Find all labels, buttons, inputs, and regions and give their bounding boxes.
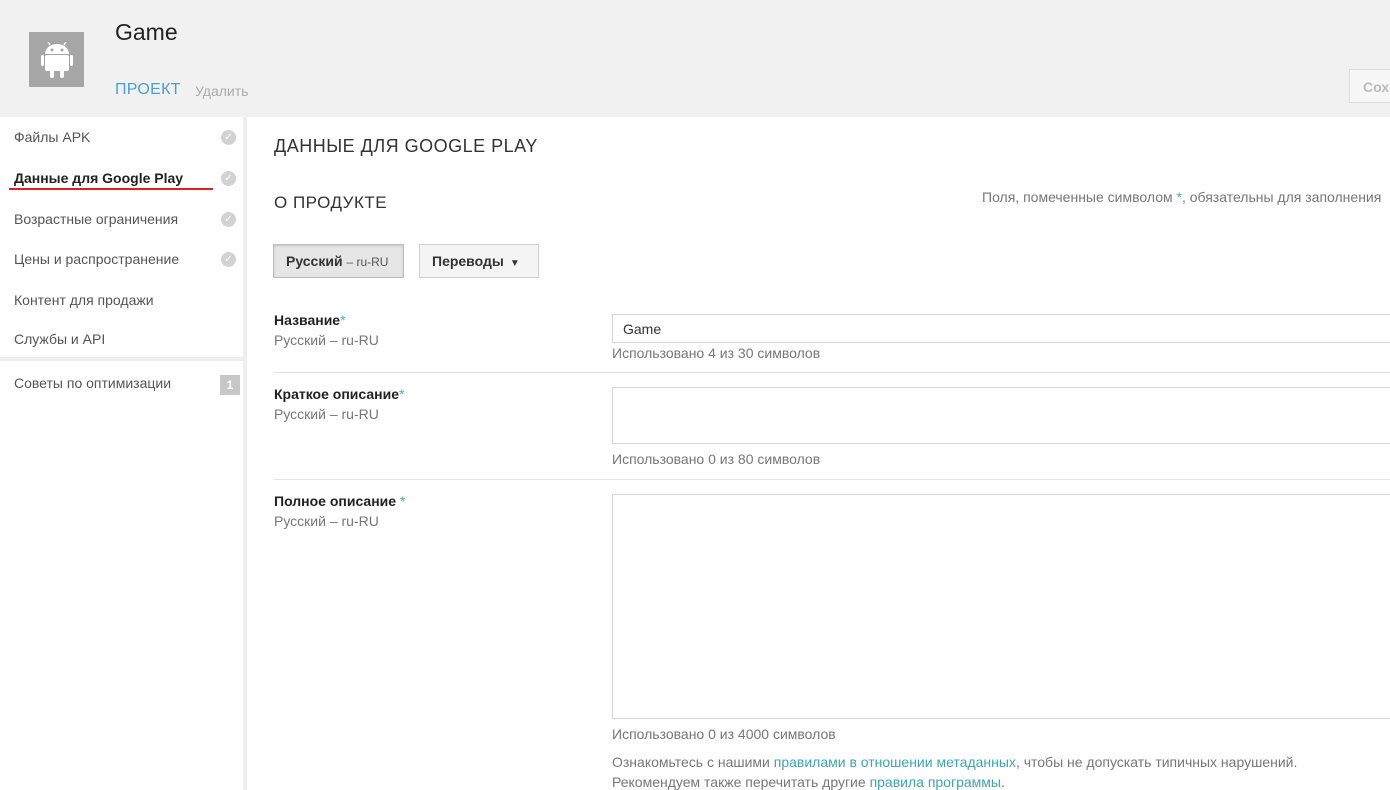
divider bbox=[274, 372, 1390, 373]
title-lang: Русский – ru-RU bbox=[274, 332, 379, 348]
sidebar-divider bbox=[0, 357, 247, 361]
sidebar-item-services-api[interactable]: Службы и API bbox=[0, 319, 243, 359]
delete-link[interactable]: Удалить bbox=[195, 83, 248, 99]
short-desc-input[interactable] bbox=[612, 387, 1390, 444]
app-title: Game bbox=[115, 19, 178, 45]
check-icon: ✓ bbox=[221, 130, 236, 145]
translations-dropdown[interactable]: Переводы ▼ bbox=[419, 244, 539, 278]
program-policies-link[interactable]: правила программы bbox=[870, 774, 1001, 790]
required-fields-note: Поля, помеченные символом *, обязательны… bbox=[982, 189, 1382, 205]
sidebar-item-content-rating[interactable]: Возрастные ограничения ✓ bbox=[0, 199, 243, 239]
check-icon: ✓ bbox=[221, 212, 236, 227]
sidebar-item-label: Файлы APK bbox=[14, 129, 91, 145]
app-header: Game ПРОЕКТ Удалить Сохранить bbox=[0, 0, 1390, 117]
sidebar-item-label: Данные для Google Play bbox=[14, 170, 184, 186]
sidebar-item-in-app-products[interactable]: Контент для продажи bbox=[0, 280, 243, 320]
tips-count-badge: 1 bbox=[220, 375, 240, 395]
metadata-policy-note: Ознакомьтесь с нашими правилами в отноше… bbox=[612, 754, 1298, 770]
full-desc-label: Полное описание * bbox=[274, 493, 406, 509]
save-button[interactable]: Сохранить bbox=[1349, 69, 1390, 103]
page-title: ДАННЫЕ ДЛЯ GOOGLE PLAY bbox=[274, 136, 538, 156]
sidebar-item-label: Цены и распространение bbox=[14, 251, 180, 267]
divider bbox=[274, 479, 1390, 480]
check-icon: ✓ bbox=[221, 171, 236, 186]
short-desc-lang: Русский – ru-RU bbox=[274, 406, 379, 422]
sidebar-item-label: Возрастные ограничения bbox=[14, 211, 179, 227]
short-desc-label: Краткое описание* bbox=[274, 386, 405, 402]
caret-down-icon: ▼ bbox=[509, 258, 520, 269]
program-policies-note: Рекомендуем также перечитать другие прав… bbox=[612, 774, 1005, 790]
metadata-policy-link[interactable]: правилами в отношении метаданных bbox=[774, 754, 1016, 770]
sidebar-item-label: Советы по оптимизации bbox=[14, 375, 172, 391]
sidebar-item-label: Контент для продажи bbox=[14, 292, 154, 308]
sidebar-item-label: Службы и API bbox=[14, 331, 106, 347]
active-item-underline bbox=[9, 188, 213, 190]
section-title: О ПРОДУКТЕ bbox=[274, 193, 388, 212]
sidebar-item-pricing[interactable]: Цены и распространение ✓ bbox=[0, 239, 243, 279]
full-desc-lang: Русский – ru-RU bbox=[274, 513, 379, 529]
sidebar-item-apk[interactable]: Файлы APK ✓ bbox=[0, 117, 243, 157]
tab-project[interactable]: ПРОЕКТ bbox=[115, 81, 181, 99]
sidebar-item-optimization-tips[interactable]: Советы по оптимизации 1 bbox=[0, 363, 243, 403]
sidebar-nav: Файлы APK ✓ Данные для Google Play ✓ Воз… bbox=[0, 117, 247, 790]
android-app-icon bbox=[29, 32, 84, 87]
sidebar-item-store-listing[interactable]: Данные для Google Play ✓ bbox=[0, 158, 243, 198]
check-icon: ✓ bbox=[221, 252, 236, 267]
short-desc-counter: Использовано 0 из 80 символов bbox=[612, 451, 821, 467]
title-label: Название* bbox=[274, 312, 346, 328]
main-content: ДАННЫЕ ДЛЯ GOOGLE PLAY О ПРОДУКТЕ Поля, … bbox=[251, 117, 1390, 790]
full-desc-textarea[interactable] bbox=[612, 494, 1390, 719]
full-desc-counter: Использовано 0 из 4000 символов bbox=[612, 726, 836, 742]
language-button[interactable]: Русский – ru-RU bbox=[273, 244, 404, 278]
title-counter: Использовано 4 из 30 символов bbox=[612, 345, 821, 361]
title-input[interactable]: Game bbox=[612, 314, 1390, 343]
